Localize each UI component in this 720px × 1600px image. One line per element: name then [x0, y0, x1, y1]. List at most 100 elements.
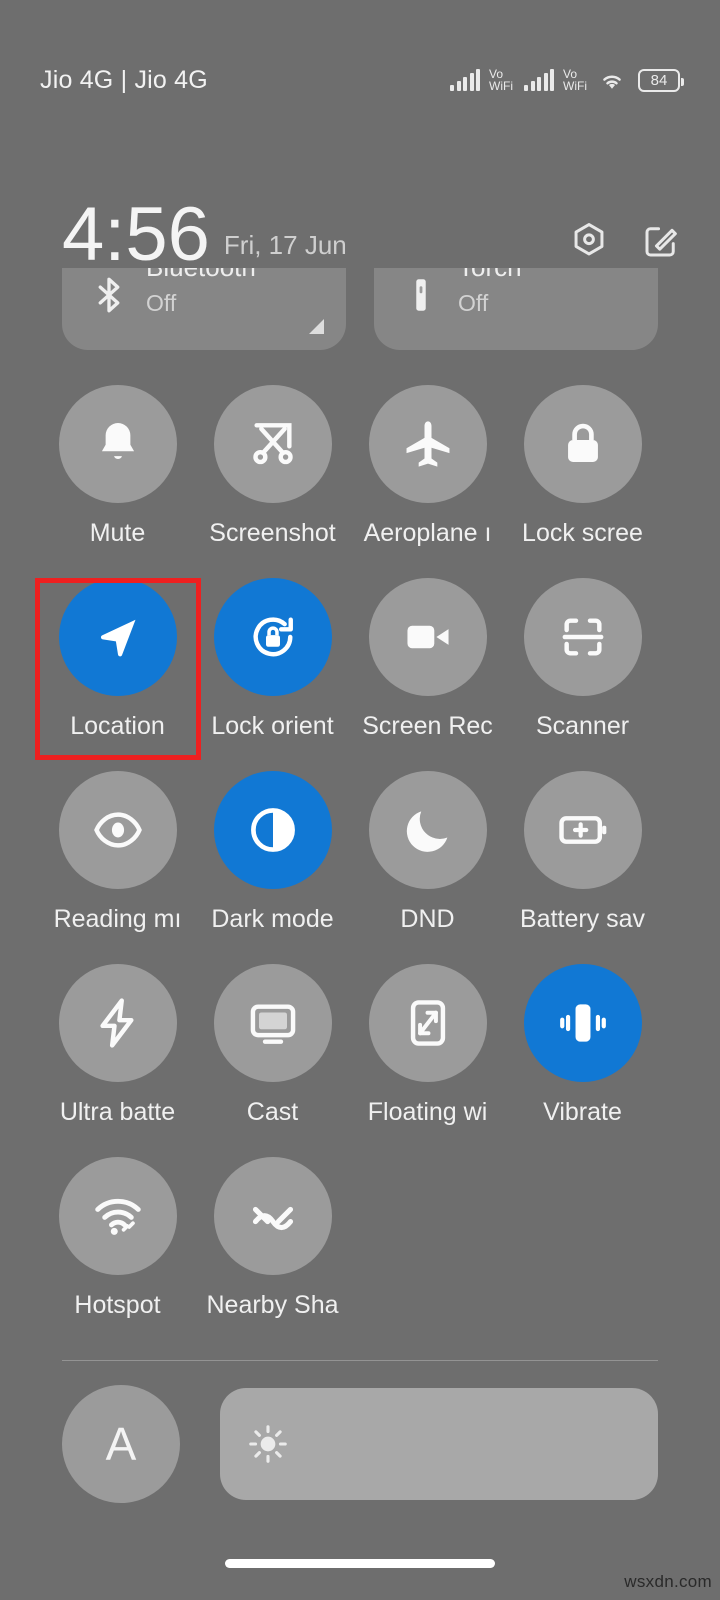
home-indicator[interactable]: [225, 1559, 495, 1568]
tile-circle[interactable]: [213, 578, 332, 696]
tile-row: Hotspot Nearby Sha: [0, 1157, 720, 1320]
tile-circle[interactable]: [58, 578, 177, 696]
tile-circle[interactable]: [213, 1157, 332, 1275]
battery-indicator: 84: [638, 68, 684, 92]
tile-reading-mode[interactable]: Reading mı: [40, 771, 195, 934]
watermark-label: wsxdn.com: [624, 1572, 712, 1591]
tile-aeroplane-mode[interactable]: Aeroplane ı: [350, 385, 505, 548]
big-tile-state: Off: [458, 290, 489, 316]
tile-circle[interactable]: [213, 964, 332, 1082]
tile-circle[interactable]: [523, 578, 642, 696]
tile-circle[interactable]: [58, 385, 177, 503]
tile-label: Scanner: [535, 712, 630, 740]
tile-circle[interactable]: [523, 964, 642, 1082]
tile-row: Mute Screenshot Aeroplane ı Lock scree: [0, 385, 720, 548]
tile-label: Cast: [246, 1098, 299, 1126]
clock-header: 4:56 Fri, 17 Jun: [0, 175, 720, 278]
tile-circle[interactable]: [523, 385, 642, 503]
tile-location[interactable]: Location: [40, 578, 195, 741]
tile-lock-screen[interactable]: Lock scree: [505, 385, 660, 548]
lightning-bolt-icon: [99, 998, 134, 1048]
clock-time: 4:56: [62, 192, 210, 278]
section-divider: [62, 1360, 658, 1361]
vowifi-label-bottom: WiFi: [563, 79, 587, 93]
tile-dnd[interactable]: DND: [350, 771, 505, 934]
torch-icon: [416, 279, 426, 311]
tile-label: Aeroplane ı: [363, 519, 492, 547]
signal-bars-icon: [524, 69, 554, 91]
header-actions: [568, 220, 682, 262]
tile-label: Screen Rec: [362, 712, 493, 740]
tile-label: Ultra batte: [59, 1098, 176, 1126]
location-arrow-icon: [100, 619, 135, 657]
moon-icon: [406, 811, 447, 852]
tile-circle[interactable]: [213, 385, 332, 503]
monitor-icon: [250, 1004, 295, 1044]
tile-screen-recorder[interactable]: Screen Rec: [350, 578, 505, 741]
tile-circle[interactable]: [368, 578, 487, 696]
scan-frame-icon: [562, 618, 603, 656]
hexagon-settings-icon[interactable]: [568, 220, 610, 262]
tile-floating-windows[interactable]: Floating wi: [350, 964, 505, 1127]
vowifi-indicator-1: Vo WiFi: [489, 68, 513, 92]
brightness-slider[interactable]: [220, 1388, 658, 1500]
tile-label: Location: [70, 712, 165, 740]
edit-pencil-icon[interactable]: [640, 220, 682, 262]
tile-circle[interactable]: [58, 1157, 177, 1275]
auto-brightness-button[interactable]: A: [62, 1385, 180, 1503]
battery-plus-icon: [558, 816, 606, 844]
tile-scanner[interactable]: Scanner: [505, 578, 660, 741]
tile-label: Vibrate: [543, 1098, 622, 1126]
tile-ultra-battery-saver[interactable]: Ultra batte: [40, 964, 195, 1127]
big-tile-state: Off: [146, 290, 177, 316]
tile-label: DND: [400, 905, 455, 933]
tile-label: Floating wi: [367, 1098, 488, 1126]
lock-icon: [567, 423, 598, 462]
tile-dark-mode[interactable]: Dark mode: [195, 771, 350, 934]
tile-circle[interactable]: [58, 771, 177, 889]
status-icons: Vo WiFi Vo WiFi 84: [450, 66, 684, 94]
tile-circle[interactable]: [58, 964, 177, 1082]
tile-mute[interactable]: Mute: [40, 385, 195, 548]
tile-circle[interactable]: [213, 771, 332, 889]
big-tiles-row: Bluetooth Off Torch Off: [62, 268, 658, 350]
tile-row: Ultra batte Cast Floating wi Vibrate: [0, 964, 720, 1127]
video-camera-icon: [406, 625, 449, 649]
tile-cast[interactable]: Cast: [195, 964, 350, 1127]
tile-circle[interactable]: [523, 771, 642, 889]
brightness-row: A: [62, 1385, 658, 1503]
quick-settings-tile-grid: Mute Screenshot Aeroplane ı Lock scree L…: [0, 385, 720, 1350]
aeroplane-icon: [406, 421, 449, 467]
big-tile-torch[interactable]: Torch Off: [374, 268, 658, 350]
signal-bars-icon: [450, 69, 480, 91]
tile-vibrate[interactable]: Vibrate: [505, 964, 660, 1127]
clock-date: Fri, 17 Jun: [223, 230, 347, 260]
tile-lock-orientation[interactable]: Lock orient: [195, 578, 350, 741]
tile-circle[interactable]: [368, 964, 487, 1082]
tile-circle[interactable]: [368, 771, 487, 889]
tile-label: Lock scree: [522, 519, 643, 547]
tile-label: Screenshot: [209, 519, 336, 547]
tile-hotspot[interactable]: Hotspot: [40, 1157, 195, 1320]
drag-corner-handle[interactable]: [309, 319, 324, 334]
tile-label: Lock orient: [211, 712, 334, 740]
sun-brightness-icon: [249, 1425, 287, 1463]
tile-circle[interactable]: [368, 385, 487, 503]
floating-window-icon: [410, 1000, 445, 1046]
tile-nearby-share[interactable]: Nearby Sha: [195, 1157, 350, 1320]
hotspot-icon: [94, 1198, 141, 1235]
tile-row: Location Lock orient Screen Rec Scanner: [0, 578, 720, 741]
tile-label: Reading mı: [53, 905, 182, 933]
status-bar: Jio 4G | Jio 4G Vo WiFi Vo WiFi 84: [0, 0, 720, 160]
quick-settings-panel: Jio 4G | Jio 4G Vo WiFi Vo WiFi 84 4:56 …: [0, 0, 720, 1600]
bluetooth-icon: [98, 277, 120, 313]
vowifi-indicator-2: Vo WiFi: [563, 68, 587, 92]
tile-label: Dark mode: [211, 905, 334, 933]
big-tile-bluetooth[interactable]: Bluetooth Off: [62, 268, 346, 350]
carrier-label: Jio 4G | Jio 4G: [40, 65, 208, 94]
tile-screenshot[interactable]: Screenshot: [195, 385, 350, 548]
tile-battery-saver[interactable]: Battery sav: [505, 771, 660, 934]
wifi-icon: [603, 75, 621, 89]
tile-row: Reading mı Dark mode DND Battery sav: [0, 771, 720, 934]
nearby-share-icon: [252, 1206, 293, 1231]
